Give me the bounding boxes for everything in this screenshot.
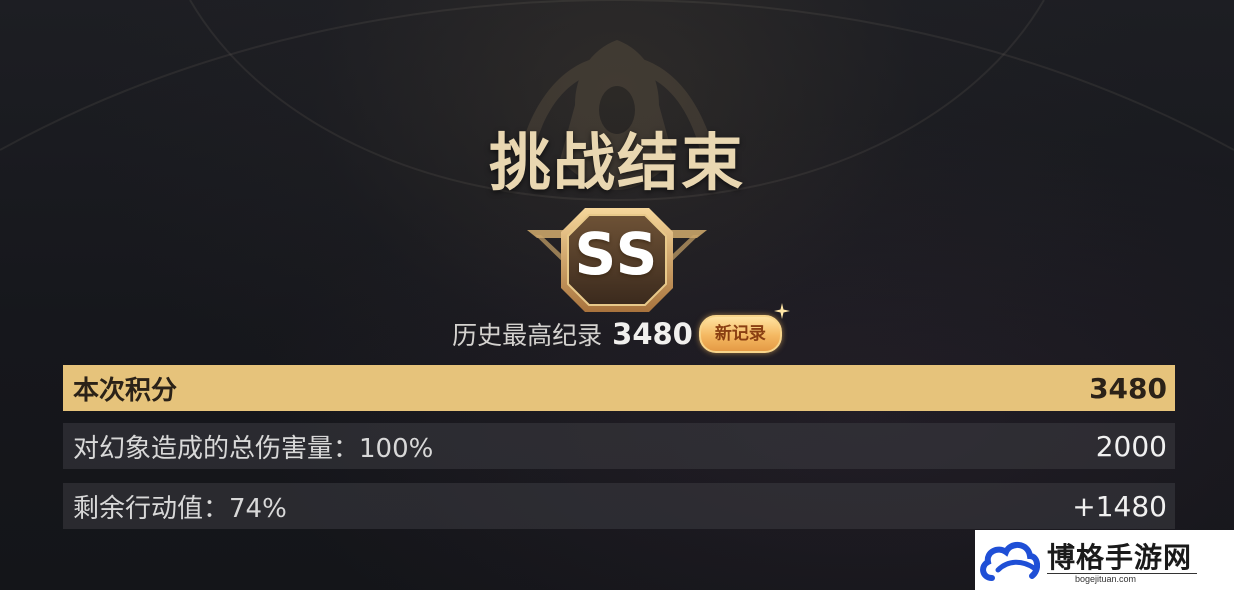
new-record-badge: 新记录 [698,303,790,353]
action-score-label: 剩余行动值：74% [73,493,287,524]
damage-score-label: 对幻象造成的总伤害量：100% [73,433,434,464]
best-record-label: 历史最高纪录 [452,321,603,350]
damage-score-value: 2000 [1095,429,1167,463]
new-record-label: 新记录 [714,324,766,344]
best-record-line: 历史最高纪录 3480 新记录 [0,303,1234,355]
damage-score-row: 对幻象造成的总伤害量：100% 2000 [63,423,1175,469]
action-score-value: +1480 [1072,489,1167,523]
page-title: 挑战结束 [488,126,745,199]
total-score-value: 3480 [1089,371,1167,405]
best-record-value: 3480 [612,317,693,351]
cloud-logo-icon [980,542,1040,581]
watermark-name: 博格手游网 [1047,541,1193,574]
rank-grade: SS [574,220,660,288]
site-watermark: 博格手游网 bogejituan.com [975,530,1234,590]
sparkle-icon [773,303,790,319]
total-score-label: 本次积分 [73,375,178,406]
total-score-row: 本次积分 3480 [63,365,1175,411]
watermark-url: bogejituan.com [1075,574,1137,584]
challenge-result-screen: 挑战结束 SS 历史最高纪录 3480 新记录 本次积分 3480 对幻象造成的… [0,0,1234,590]
action-score-row: 剩余行动值：74% +1480 [63,483,1175,529]
